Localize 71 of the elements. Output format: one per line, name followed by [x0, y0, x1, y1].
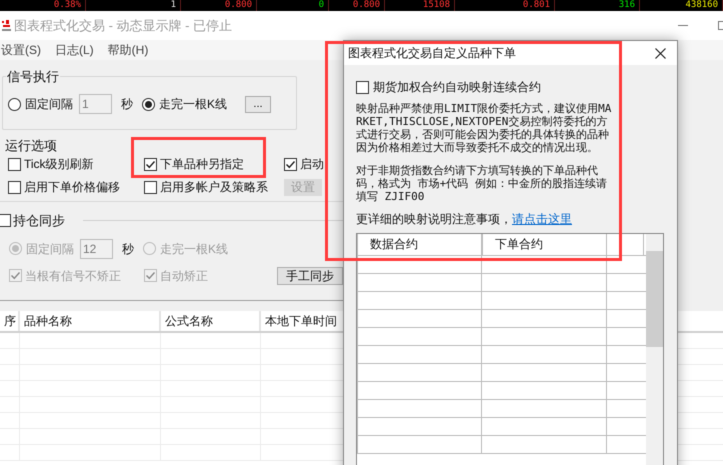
unit-label: 秒 [121, 96, 133, 113]
column-header[interactable]: 公式名称 [161, 310, 261, 330]
app-logo-icon [1, 18, 12, 32]
quote-value: 0.801 [522, 0, 550, 11]
interval-field[interactable]: 12 [80, 238, 113, 258]
quote-value: 15108 [422, 0, 450, 11]
grid-cell[interactable] [357, 400, 482, 417]
column-header[interactable]: 品种名称 [20, 310, 161, 330]
checkbox[interactable] [0, 214, 11, 228]
quote-value: 0.800 [352, 0, 380, 11]
menu-item[interactable]: 设置(S) [0, 41, 45, 59]
manual-sync-button[interactable]: 手工同步 [277, 266, 343, 284]
option-label: 启用下单价格偏移 [24, 179, 120, 196]
quote-value: 438160 [685, 0, 718, 11]
quote-value: 0 [318, 0, 324, 11]
grid-cell[interactable] [357, 274, 482, 291]
checkbox[interactable] [144, 269, 158, 282]
quote-value: 0.38% [54, 0, 81, 11]
quote-value: 316 [618, 0, 635, 11]
option-label: 固定间隔 [25, 96, 73, 113]
grid-cell[interactable] [357, 418, 482, 435]
radio-button[interactable] [9, 242, 22, 255]
unit-label: 秒 [122, 240, 134, 258]
option-label: 走完一根K线 [160, 240, 228, 258]
checkbox[interactable] [144, 180, 157, 194]
option-label: 固定间隔 [26, 240, 74, 258]
dialog-title: 图表程式化交易自定义品种下单 [348, 45, 516, 62]
group-title: 运行选项 [5, 138, 58, 153]
radio-button[interactable] [8, 98, 21, 110]
checkbox[interactable] [144, 158, 157, 170]
column-header[interactable]: 下单合约 [482, 234, 607, 255]
column-header[interactable]: 数据合约 [357, 234, 482, 255]
option-label: 当根有信号不矫正 [25, 268, 121, 284]
grid-cell[interactable] [357, 292, 482, 309]
interval-field[interactable]: 1 [79, 94, 112, 114]
quote-value: 0.800 [224, 0, 252, 11]
grid-cell[interactable] [357, 382, 482, 399]
grid-cell[interactable] [357, 364, 482, 381]
menu-item[interactable]: 帮助(H) [104, 41, 152, 59]
minimize-icon[interactable] [678, 25, 688, 26]
group-title: 持仓同步 [13, 212, 65, 230]
grid-cell[interactable] [357, 256, 482, 273]
checkbox[interactable] [8, 158, 21, 170]
option-label: 下单品种另指定 [160, 156, 244, 173]
menu-item[interactable]: 日志(L) [51, 41, 98, 59]
option-label: 自动矫正 [160, 268, 208, 284]
window-title: 图表程式化交易 - 动态显示牌 - 已停止 [14, 16, 232, 35]
more-button[interactable]: ... [245, 96, 272, 112]
radio-button[interactable] [142, 98, 155, 110]
column-header[interactable]: 序 [0, 310, 20, 330]
checkbox[interactable] [9, 269, 22, 282]
option-label: 走完一根K线 [159, 96, 228, 113]
quote-value: 1 [170, 0, 176, 11]
vertical-scrollbar[interactable] [646, 234, 663, 465]
option-label: 启动 [300, 156, 324, 173]
close-icon[interactable] [655, 48, 666, 58]
info-paragraph: 映射品种严禁使用LIMIT限价委托方式，建议使用MARKET,THISCLOSE,NEXTOPEN交易控制符委托的方式进行交易，否则可能会因为委托的具体转换的品种因为价格相差过大而导致委托不成交的情况出现。 [356, 102, 612, 154]
help-text: 更详细的映射说明注意事项， [356, 211, 512, 228]
checkbox[interactable] [284, 158, 297, 170]
grid-cell[interactable] [357, 436, 482, 453]
help-link[interactable]: 请点击这里 [512, 210, 572, 228]
checkbox[interactable] [356, 80, 369, 94]
option-label: 期货加权合约自动映射连续合约 [373, 79, 541, 96]
info-paragraph: 对于非期货指数合约请下方填写转换的下单品种代码，格式为 市场+代码 例如：中金所的股指连续请填写 ZJIF00 [356, 164, 608, 203]
option-label: 启用多帐户及策略系 [160, 179, 268, 196]
option-label: Tick级别刷新 [24, 156, 94, 173]
grid-cell[interactable] [357, 346, 482, 363]
checkbox[interactable] [8, 180, 21, 194]
radio-button[interactable] [143, 242, 156, 255]
grid-cell[interactable] [357, 310, 482, 327]
grid-cell[interactable] [357, 328, 482, 345]
